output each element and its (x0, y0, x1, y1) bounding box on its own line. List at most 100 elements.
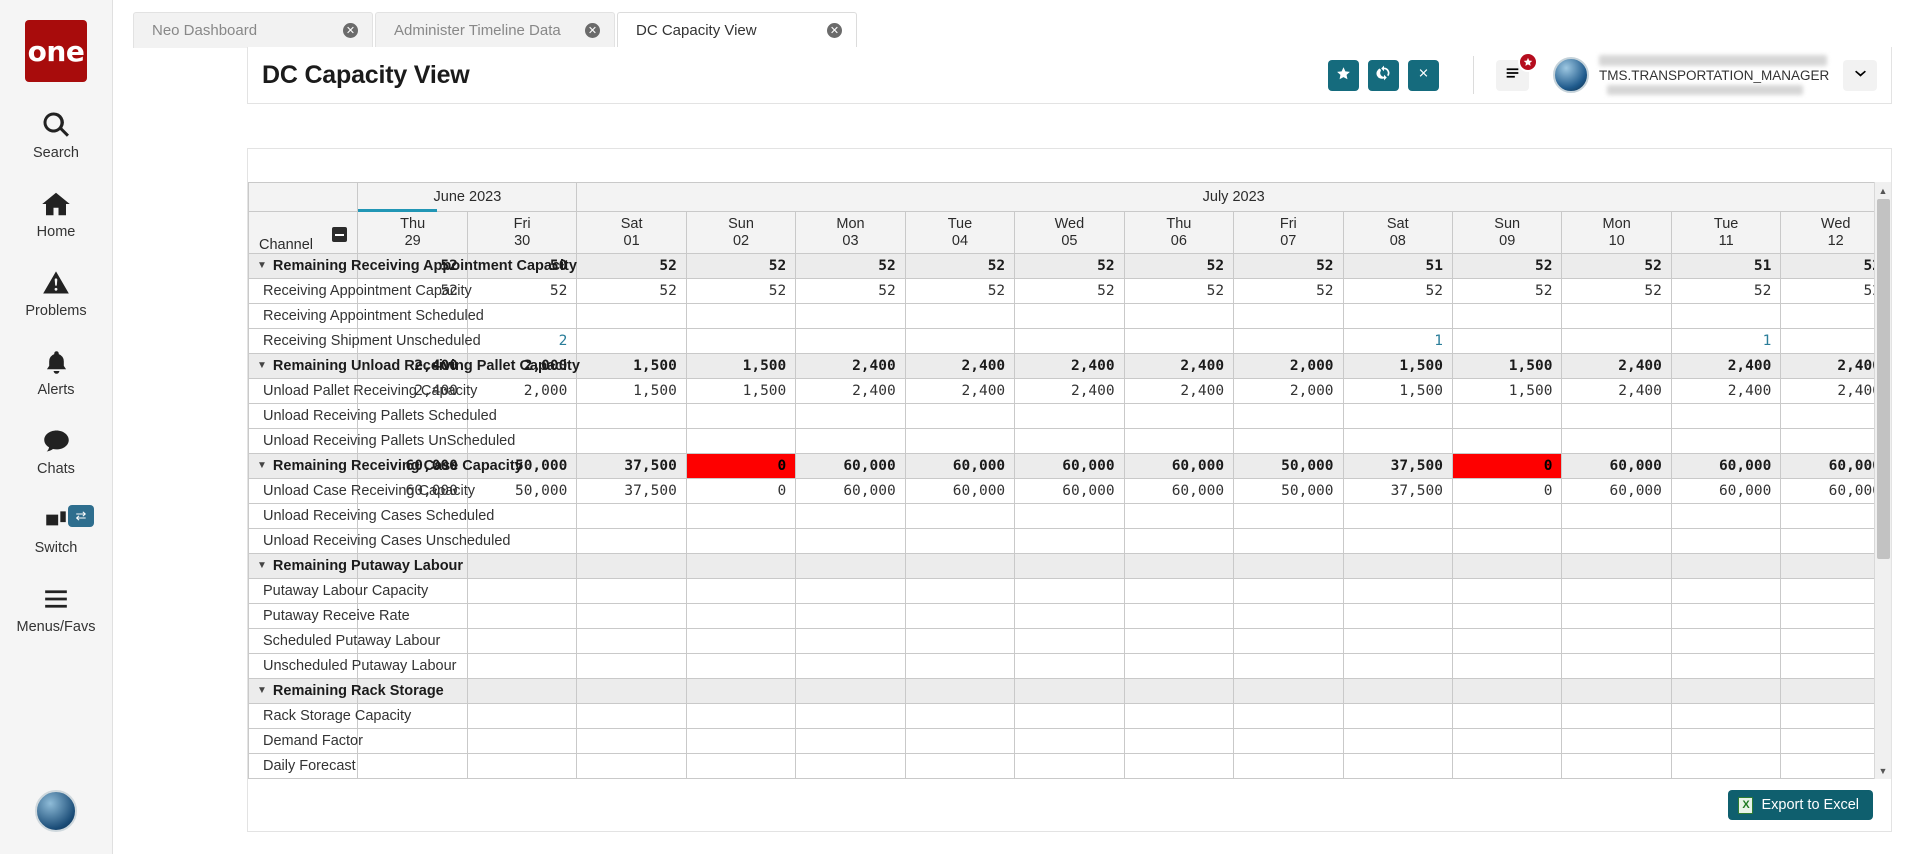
caret-down-icon[interactable]: ▼ (257, 560, 267, 571)
grid-cell[interactable]: 1 (1342, 328, 1453, 354)
grid-cell[interactable] (795, 703, 906, 729)
sidebar-item-chats[interactable]: Chats (0, 424, 112, 477)
grid-cell[interactable] (1451, 303, 1563, 329)
grid-cell[interactable] (1451, 528, 1563, 554)
grid-cell[interactable] (1451, 403, 1563, 429)
grid-cell[interactable]: 0 (685, 478, 797, 504)
grid-cell[interactable] (1014, 553, 1125, 579)
grid-cell[interactable]: 50,000 (1233, 453, 1344, 479)
grid-cell[interactable]: 37,500 (576, 453, 687, 479)
grid-cell[interactable]: 2,400 (904, 378, 1016, 404)
grid-cell[interactable]: 60,000 (1014, 478, 1125, 504)
export-to-excel-button[interactable]: X Export to Excel (1728, 790, 1873, 820)
grid-cell[interactable] (466, 578, 578, 604)
grid-cell[interactable] (466, 603, 578, 629)
caret-down-icon[interactable]: ▼ (257, 685, 267, 696)
grid-cell[interactable] (1233, 703, 1344, 729)
grid-cell[interactable] (466, 628, 578, 654)
grid-cell[interactable] (1233, 603, 1344, 629)
table-row[interactable]: Receiving Appointment Scheduled (248, 303, 1891, 329)
grid-cell[interactable] (1451, 678, 1563, 704)
grid-cell[interactable] (1014, 428, 1125, 454)
grid-cell[interactable] (1342, 728, 1453, 754)
table-row[interactable]: Unload Receiving Cases Scheduled (248, 503, 1891, 529)
grid-cell[interactable] (576, 303, 687, 329)
tab-neo-dashboard[interactable]: Neo Dashboard ✕ (133, 12, 373, 48)
user-block[interactable]: TMS.TRANSPORTATION_MANAGER (1553, 55, 1877, 95)
grid-cell[interactable] (1123, 753, 1235, 779)
table-row[interactable]: Daily Forecast (248, 753, 1891, 779)
brand-logo[interactable]: one (25, 20, 87, 82)
grid-cell[interactable] (466, 728, 578, 754)
grid-cell[interactable]: 51 (1670, 253, 1782, 279)
grid-cell[interactable] (685, 403, 797, 429)
grid-cell[interactable] (1670, 628, 1782, 654)
grid-cell[interactable] (1451, 728, 1563, 754)
table-row[interactable]: Scheduled Putaway Labour (248, 628, 1891, 654)
group-row[interactable]: ▼ Remaining Rack Storage (248, 678, 1891, 704)
grid-cell[interactable]: 1,500 (1342, 378, 1453, 404)
grid-cell[interactable]: 2 (466, 328, 578, 354)
grid-cell[interactable] (576, 503, 687, 529)
grid-cell[interactable]: 60,000 (795, 478, 906, 504)
grid-cell[interactable]: 1 (1670, 328, 1782, 354)
table-row[interactable]: Unload Receiving Cases Unscheduled (248, 528, 1891, 554)
grid-cell[interactable]: 52 (1123, 253, 1235, 279)
grid-cell[interactable] (685, 753, 797, 779)
grid-cell[interactable] (1233, 528, 1344, 554)
grid-cell[interactable] (1561, 528, 1672, 554)
grid-cell[interactable] (576, 578, 687, 604)
grid-cell[interactable] (795, 328, 906, 354)
grid-cell[interactable] (1123, 503, 1235, 529)
sidebar-item-menus-favs[interactable]: Menus/Favs (0, 582, 112, 635)
grid-cell[interactable] (576, 403, 687, 429)
grid-cell[interactable]: 2,400 (1123, 353, 1235, 379)
grid-cell[interactable]: 52 (1233, 253, 1344, 279)
grid-cell[interactable] (1014, 728, 1125, 754)
grid-cell[interactable] (1451, 753, 1563, 779)
grid-cell[interactable]: 2,400 (1561, 353, 1672, 379)
grid-cell[interactable] (685, 503, 797, 529)
grid-cell[interactable] (1123, 603, 1235, 629)
grid-cell[interactable] (466, 753, 578, 779)
grid-cell[interactable]: 60,000 (904, 478, 1016, 504)
grid-cell[interactable] (1342, 303, 1453, 329)
grid-cell[interactable]: 0 (1451, 453, 1563, 479)
grid-cell[interactable] (1014, 603, 1125, 629)
sidebar-item-problems[interactable]: Problems (0, 266, 112, 319)
grid-cell[interactable]: 2,400 (1670, 353, 1782, 379)
grid-cell[interactable] (357, 728, 468, 754)
grid-cell[interactable] (1014, 528, 1125, 554)
menus-favs-button[interactable] (1496, 51, 1538, 91)
grid-cell[interactable] (904, 303, 1016, 329)
grid-cell[interactable] (576, 628, 687, 654)
grid-cell[interactable] (1451, 428, 1563, 454)
grid-cell[interactable] (1123, 578, 1235, 604)
grid-cell[interactable] (1233, 578, 1344, 604)
grid-cell[interactable] (1451, 703, 1563, 729)
grid-cell[interactable] (1014, 503, 1125, 529)
grid-cell[interactable]: 52 (576, 278, 687, 304)
grid-cell[interactable] (576, 328, 687, 354)
grid-cell[interactable] (1451, 603, 1563, 629)
grid-cell[interactable]: 52 (904, 278, 1016, 304)
grid-cell[interactable]: 52 (1451, 278, 1563, 304)
grid-cell[interactable] (1014, 328, 1125, 354)
grid-cell[interactable] (1233, 678, 1344, 704)
grid-cell[interactable] (1670, 528, 1782, 554)
grid-cell[interactable] (1123, 328, 1235, 354)
grid-cell[interactable]: 1,500 (685, 378, 797, 404)
caret-down-icon[interactable]: ▼ (257, 360, 267, 371)
table-row[interactable]: Rack Storage Capacity (248, 703, 1891, 729)
grid-cell[interactable]: 60,000 (795, 453, 906, 479)
grid-cell[interactable] (1561, 503, 1672, 529)
grid-cell[interactable] (795, 578, 906, 604)
table-row[interactable]: Unload Pallet Receiving Capacity 2,400 2,0… (248, 378, 1891, 404)
grid-cell[interactable] (685, 678, 797, 704)
grid-cell[interactable]: 60,000 (1670, 478, 1782, 504)
group-row[interactable]: ▼ Remaining Putaway Labour (248, 553, 1891, 579)
grid-cell[interactable]: 52 (795, 278, 906, 304)
grid-cell[interactable] (904, 753, 1016, 779)
grid-cell[interactable] (1342, 603, 1453, 629)
grid-cell[interactable] (1233, 653, 1344, 679)
